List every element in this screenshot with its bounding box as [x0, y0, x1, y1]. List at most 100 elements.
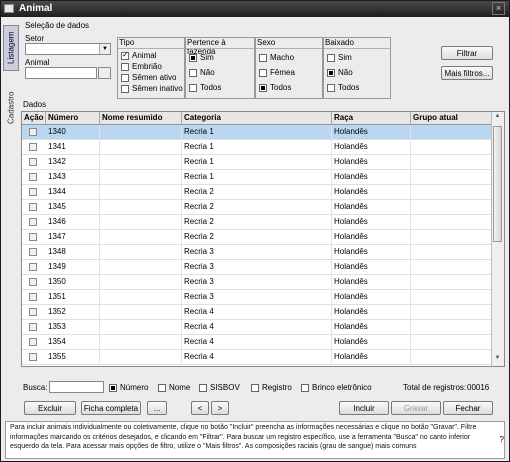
radio-search-nome[interactable] [158, 383, 166, 392]
row-action-checkbox[interactable] [29, 218, 37, 226]
table-row[interactable]: 1348 Recria 3 Holandês [22, 245, 492, 260]
cell-raca: Holandês [332, 245, 411, 259]
include-button[interactable]: Incluir [339, 401, 389, 415]
table-row[interactable]: 1346 Recria 2 Holandês [22, 215, 492, 230]
scroll-down-icon[interactable]: ▼ [493, 355, 502, 365]
table-row[interactable]: 1345 Recria 2 Holandês [22, 200, 492, 215]
radio-sexo-femea[interactable] [259, 68, 267, 77]
table-row[interactable]: 1343 Recria 1 Holandês [22, 170, 492, 185]
setor-select[interactable]: ▼ [25, 43, 111, 55]
table-row[interactable]: 1341 Recria 1 Holandês [22, 140, 492, 155]
col-acao[interactable]: Ação [22, 112, 46, 124]
search-opt-nome[interactable]: Nome [158, 383, 190, 392]
col-raca[interactable]: Raça [332, 112, 411, 124]
table-row[interactable]: 1354 Recria 4 Holandês [22, 335, 492, 350]
tab-cadastro[interactable]: Cadastro [3, 85, 19, 131]
delete-button[interactable]: Excluir [24, 401, 76, 415]
search-opt-numero[interactable]: Número [109, 383, 148, 392]
col-numero[interactable]: Número [46, 112, 100, 124]
sexo-option-macho[interactable]: Macho [259, 53, 294, 63]
checkbox-animal[interactable] [121, 50, 129, 60]
baixado-option-todos[interactable]: Todos [327, 83, 359, 93]
checkbox-semen-inativo[interactable] [121, 84, 129, 93]
fazenda-option-todos[interactable]: Todos [189, 83, 221, 93]
table-row[interactable]: 1353 Recria 4 Holandês [22, 320, 492, 335]
baixado-option-sim[interactable]: Sim [327, 53, 352, 63]
radio-sexo-todos[interactable] [259, 83, 267, 92]
row-action-checkbox[interactable] [29, 263, 37, 271]
table-row[interactable]: 1342 Recria 1 Holandês [22, 155, 492, 170]
animal-input[interactable] [25, 67, 97, 79]
row-action-checkbox[interactable] [29, 128, 37, 136]
row-action-checkbox[interactable] [29, 203, 37, 211]
col-categoria[interactable]: Categoria [182, 112, 332, 124]
previous-button[interactable]: < [191, 401, 209, 415]
table-row[interactable]: 1349 Recria 3 Holandês [22, 260, 492, 275]
row-action-checkbox[interactable] [29, 143, 37, 151]
radio-search-registro[interactable] [251, 383, 259, 392]
table-row[interactable]: 1355 Recria 4 Holandês [22, 350, 492, 365]
animal-lookup-button[interactable] [98, 67, 111, 79]
radio-search-brinco[interactable] [301, 383, 309, 392]
search-opt-registro[interactable]: Registro [251, 383, 292, 392]
sexo-option-todos[interactable]: Todos [259, 83, 291, 93]
row-action-checkbox[interactable] [29, 233, 37, 241]
full-record-button[interactable]: Ficha completa [81, 401, 141, 415]
radio-baixado-nao[interactable] [327, 68, 335, 77]
radio-baixado-todos[interactable] [327, 83, 335, 92]
row-action-checkbox[interactable] [29, 158, 37, 166]
radio-search-numero[interactable] [109, 383, 117, 392]
radio-baixado-sim[interactable] [327, 53, 335, 62]
row-action-checkbox[interactable] [29, 173, 37, 181]
row-action-checkbox[interactable] [29, 308, 37, 316]
side-tabs: Listagem Cadastro [3, 21, 19, 401]
tipo-option-semen-ativo[interactable]: Sêmen ativo [121, 73, 176, 83]
save-button[interactable]: Gravar [391, 401, 441, 415]
search-input[interactable] [49, 381, 104, 393]
checkbox-semen-ativo[interactable] [121, 73, 129, 82]
fazenda-option-sim[interactable]: Sim [189, 53, 214, 63]
filter-button[interactable]: Filtrar [441, 46, 493, 60]
next-button[interactable]: > [211, 401, 229, 415]
row-action-checkbox[interactable] [29, 278, 37, 286]
radio-sexo-macho[interactable] [259, 53, 267, 62]
row-action-checkbox[interactable] [29, 323, 37, 331]
tipo-option-animal[interactable]: Animal [121, 50, 156, 61]
radio-fazenda-sim[interactable] [189, 53, 197, 62]
table-row[interactable]: 1347 Recria 2 Holandês [22, 230, 492, 245]
table-row[interactable]: 1351 Recria 3 Holandês [22, 290, 492, 305]
table-row[interactable]: 1340 Recria 1 Holandês [22, 125, 492, 140]
tipo-option-embriao[interactable]: Embrião [121, 62, 162, 72]
radio-fazenda-todos[interactable] [189, 83, 197, 92]
row-action-checkbox[interactable] [29, 248, 37, 256]
row-action-checkbox[interactable] [29, 338, 37, 346]
row-action-checkbox[interactable] [29, 188, 37, 196]
radio-fazenda-nao[interactable] [189, 68, 197, 77]
baixado-option-nao[interactable]: Não [327, 68, 353, 78]
table-row[interactable]: 1350 Recria 3 Holandês [22, 275, 492, 290]
sexo-option-femea[interactable]: Fêmea [259, 68, 295, 78]
scroll-up-icon[interactable]: ▲ [493, 113, 502, 123]
tab-listagem[interactable]: Listagem [3, 25, 19, 71]
help-icon[interactable]: ? [500, 435, 504, 444]
more-filters-button[interactable]: Mais filtros... [441, 66, 493, 80]
table-row[interactable]: 1352 Recria 4 Holandês [22, 305, 492, 320]
search-opt-sisbov[interactable]: SISBOV [199, 383, 240, 392]
close-icon[interactable]: × [492, 2, 505, 15]
close-button[interactable]: Fechar [443, 401, 493, 415]
table-row[interactable]: 1344 Recria 2 Holandês [22, 185, 492, 200]
col-grupo-atual[interactable]: Grupo atual [411, 112, 492, 124]
scroll-thumb[interactable] [493, 126, 502, 242]
row-action-checkbox[interactable] [29, 353, 37, 361]
grid-scrollbar[interactable]: ▲ ▼ [491, 112, 504, 366]
tipo-option-semen-inativo[interactable]: Sêmen inativo [121, 84, 183, 94]
more-button[interactable]: ... [147, 401, 167, 415]
col-nome-resumido[interactable]: Nome resumido [100, 112, 182, 124]
radio-search-sisbov[interactable] [199, 383, 207, 392]
fazenda-option-nao[interactable]: Não [189, 68, 215, 78]
cell-raca: Holandês [332, 185, 411, 199]
row-action-checkbox[interactable] [29, 293, 37, 301]
chevron-down-icon[interactable]: ▼ [99, 44, 110, 54]
checkbox-embriao[interactable] [121, 62, 129, 71]
search-opt-brinco[interactable]: Brinco eletrônico [301, 383, 372, 392]
